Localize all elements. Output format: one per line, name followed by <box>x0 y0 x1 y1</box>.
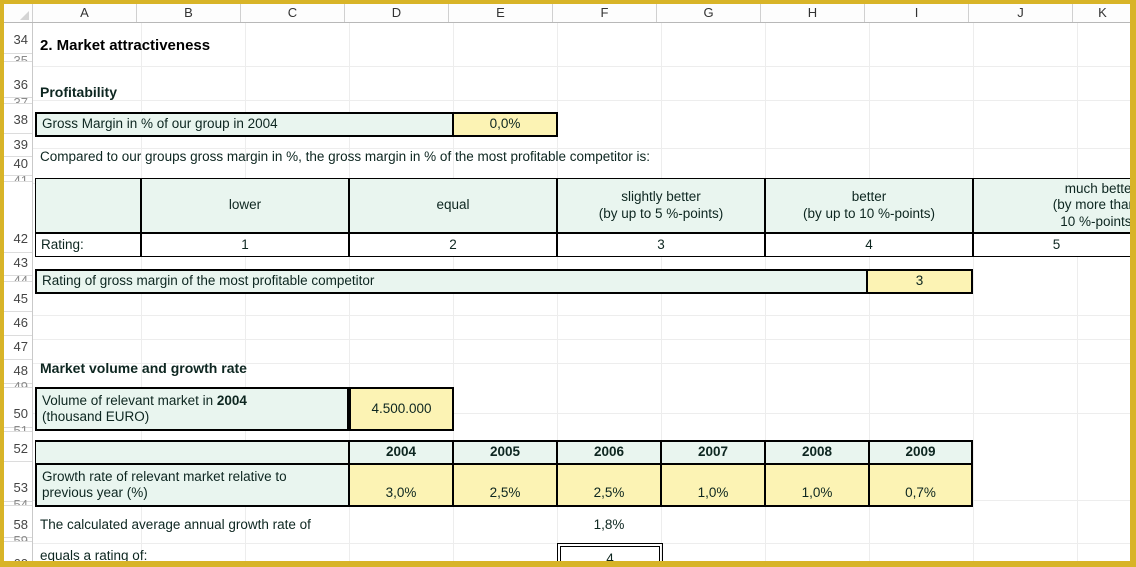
rating-option-label: lower <box>228 197 262 213</box>
column-header-h[interactable]: H <box>761 4 865 22</box>
growth-rate-row-label: Growth rate of relevant market relative … <box>35 464 349 507</box>
growth-rate-value-cell[interactable]: 1,0% <box>661 464 765 507</box>
column-header-i[interactable]: I <box>865 4 969 22</box>
row-divider <box>4 505 32 506</box>
growth-rate-value-cell[interactable]: 2,5% <box>557 464 661 507</box>
market-volume-label-cell: Volume of relevant market in 2004 (thous… <box>35 387 349 431</box>
growth-year-header: 2008 <box>765 440 869 464</box>
growth-rate-label-line1: Growth rate of relevant market relative … <box>42 468 287 484</box>
row-divider <box>4 103 32 104</box>
competitor-rating-value-cell[interactable]: 3 <box>866 269 973 294</box>
growth-year-header: 2007 <box>661 440 765 464</box>
rating-option-label: slightly better <box>621 189 701 205</box>
row-header-47[interactable]: 47 <box>4 335 32 359</box>
row-header-45[interactable]: 45 <box>4 287 32 311</box>
growth-year-header: 2009 <box>869 440 973 464</box>
rating-option-sublabel-2: 10 %-points) <box>1060 213 1130 229</box>
average-growth-value: 1,8% <box>593 516 625 532</box>
market-volume-label-line1: Volume of relevant market in 2004 <box>42 392 247 408</box>
row-header-59[interactable]: 59 <box>4 533 32 541</box>
growth-year-header: 2004 <box>349 440 453 464</box>
row-divider <box>4 541 32 542</box>
select-all-triangle-icon <box>20 11 29 20</box>
growth-rate-value-cell[interactable]: 0,7% <box>869 464 973 507</box>
row-header-60[interactable]: 60 <box>4 551 32 561</box>
rating-option-label: equal <box>436 197 470 213</box>
row-header-54[interactable]: 54 <box>4 497 32 505</box>
row-divider <box>4 387 32 388</box>
market-volume-label-line2: (thousand EURO) <box>42 409 150 424</box>
row-divider <box>4 181 32 182</box>
cell-grid[interactable]: 2. Market attractiveness Profitability G… <box>33 23 1130 561</box>
rating-option-sublabel: (by up to 10 %-points) <box>802 205 936 221</box>
rating-value-4: 4 <box>765 233 973 257</box>
worksheet-area[interactable]: ABCDEFGHIJK 34 35 36 37 38 39 40 41 42 43 44 45 46 47… <box>4 4 1130 561</box>
column-header-j[interactable]: J <box>969 4 1073 22</box>
rating-option-lower: lower <box>141 178 349 233</box>
competitor-rating-label-cell: Rating of gross margin of the most profi… <box>35 269 868 294</box>
row-header-51[interactable]: 51 <box>4 423 32 431</box>
growth-rate-label-line2: previous year (%) <box>42 485 148 500</box>
row-header-52[interactable]: 52 <box>4 437 32 461</box>
row-header-49[interactable]: 49 <box>4 379 32 387</box>
rating-table-corner-cell <box>35 178 141 233</box>
subheading-market-volume: Market volume and growth rate <box>40 360 247 377</box>
column-header-c[interactable]: C <box>241 4 345 22</box>
average-growth-label: The calculated average annual growth rat… <box>40 516 311 532</box>
equals-rating-label: equals a rating of: <box>40 547 148 561</box>
page-title: 2. Market attractiveness <box>40 36 211 54</box>
row-header-43[interactable]: 43 <box>4 251 32 275</box>
column-header-e[interactable]: E <box>449 4 553 22</box>
row-header-34[interactable]: 34 <box>4 27 32 53</box>
final-rating-value-cell[interactable]: 4 <box>557 543 663 561</box>
rating-row-label: Rating: <box>35 233 141 257</box>
row-divider <box>4 281 32 282</box>
rating-option-better: better (by up to 10 %-points) <box>765 178 973 233</box>
column-header-b[interactable]: B <box>137 4 241 22</box>
row-header-gutter[interactable]: 34 35 36 37 38 39 40 41 42 43 44 45 46 47 48 49 50 51 52 53… <box>4 23 33 561</box>
rating-option-label: much better <box>1064 180 1130 196</box>
subheading-profitability: Profitability <box>40 84 118 101</box>
rating-option-label: better <box>851 189 887 205</box>
select-all-corner[interactable] <box>4 4 33 22</box>
rating-option-equal: equal <box>349 178 557 233</box>
rating-value-2: 2 <box>349 233 557 257</box>
rating-option-much-better: much better (by more than 10 %-points) <box>973 178 1130 233</box>
rating-option-sublabel: (by more than <box>1052 197 1130 213</box>
growth-rate-value-cell[interactable]: 2,5% <box>453 464 557 507</box>
column-header-row[interactable]: ABCDEFGHIJK <box>4 4 1130 23</box>
gross-margin-label-cell: Gross Margin in % of our group in 2004 <box>35 112 454 137</box>
column-header-d[interactable]: D <box>345 4 449 22</box>
column-header-g[interactable]: G <box>657 4 761 22</box>
growth-rate-value-cell[interactable]: 1,0% <box>765 464 869 507</box>
row-header-44[interactable]: 44 <box>4 273 32 281</box>
growth-table-corner-cell <box>35 440 349 464</box>
row-header-37[interactable]: 37 <box>4 95 32 103</box>
gross-margin-value-cell[interactable]: 0,0% <box>452 112 558 137</box>
rating-value-5: 5 <box>973 233 1130 257</box>
growth-year-header: 2006 <box>557 440 661 464</box>
rating-value-3: 3 <box>557 233 765 257</box>
row-divider <box>4 461 32 462</box>
rating-value-1: 1 <box>141 233 349 257</box>
spreadsheet-window: ABCDEFGHIJK 34 35 36 37 38 39 40 41 42 43 44 45 46 47… <box>0 0 1136 567</box>
row-header-35[interactable]: 35 <box>4 51 32 61</box>
rating-option-slightly-better: slightly better (by up to 5 %-points) <box>557 178 765 233</box>
row-header-42[interactable]: 42 <box>4 226 32 252</box>
column-header-f[interactable]: F <box>553 4 657 22</box>
growth-rate-value-cell[interactable]: 3,0% <box>349 464 453 507</box>
row-header-40[interactable]: 40 <box>4 153 32 175</box>
column-header-a[interactable]: A <box>33 4 137 22</box>
row-header-36[interactable]: 36 <box>4 73 32 97</box>
row-divider <box>4 61 32 62</box>
comparison-prompt: Compared to our groups gross margin in %… <box>40 148 651 164</box>
row-header-41[interactable]: 41 <box>4 173 32 181</box>
growth-year-header: 2005 <box>453 440 557 464</box>
market-volume-value-cell[interactable]: 4.500.000 <box>349 387 454 431</box>
row-header-46[interactable]: 46 <box>4 311 32 335</box>
row-header-38[interactable]: 38 <box>4 107 32 133</box>
rating-option-sublabel: (by up to 5 %-points) <box>598 205 724 221</box>
row-divider <box>4 431 32 432</box>
column-header-k[interactable]: K <box>1073 4 1130 22</box>
